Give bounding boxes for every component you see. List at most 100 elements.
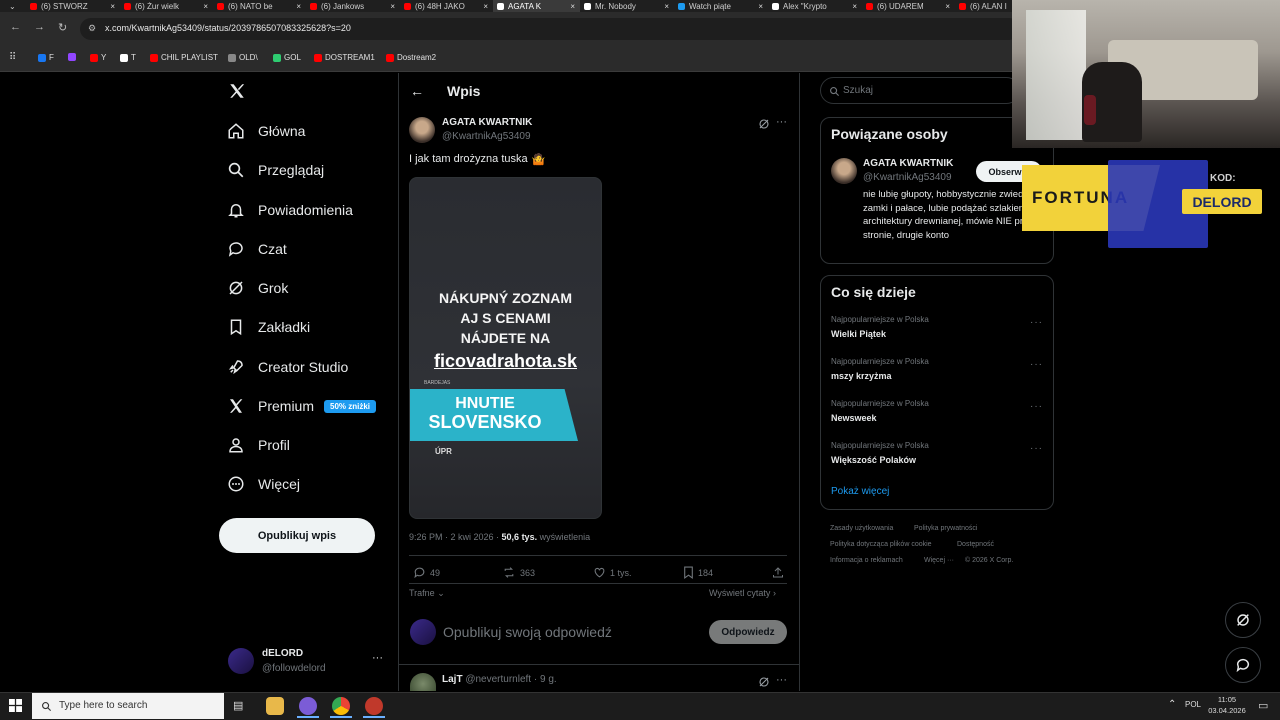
footer-link[interactable]: Polityka prywatności xyxy=(914,525,977,532)
notifications-icon[interactable]: ▭ xyxy=(1258,699,1268,712)
tab-close-icon[interactable]: × xyxy=(483,2,488,11)
footer-link[interactable]: © 2026 X Corp. xyxy=(965,557,1013,564)
nav-item[interactable]: Premium 50% zniżki xyxy=(226,393,377,419)
bookmark-item[interactable]: CHIL PLAYLIST xyxy=(150,53,218,62)
trend-menu-icon[interactable]: ··· xyxy=(1030,443,1043,454)
back-icon[interactable]: ← xyxy=(10,21,21,33)
nav-item[interactable]: Zakładki xyxy=(226,314,310,340)
reply-input[interactable]: Opublikuj swoją odpowiedź xyxy=(443,624,612,640)
bookmark-item[interactable]: OLD\ xyxy=(228,53,258,62)
clock[interactable]: 11:05 03.04.2026 xyxy=(1207,694,1247,716)
bookmark-item[interactable]: T xyxy=(120,53,136,62)
post-media-video[interactable]: NÁKUPNÝ ZOZNAM AJ S CENAMI NÁJDETE NA fi… xyxy=(409,177,602,519)
related-name[interactable]: AGATA KWARTNIK xyxy=(863,158,953,169)
file-explorer-icon[interactable] xyxy=(266,697,284,715)
bookmark-item[interactable]: DOSTREAM1 xyxy=(314,53,375,62)
nav-item[interactable]: Główna xyxy=(226,118,305,144)
apps-grid-icon[interactable]: ⠿ xyxy=(9,52,16,63)
reply-button[interactable]: Odpowiedz xyxy=(709,620,787,644)
url-text[interactable]: x.com/KwartnikAg53409/status/20397865070… xyxy=(105,23,351,33)
footer-link[interactable]: Zasady użytkowania xyxy=(830,525,893,532)
author-handle[interactable]: @KwartnikAg53409 xyxy=(442,131,531,142)
view-quotes-link[interactable]: Wyświetl cytaty › xyxy=(709,588,776,598)
bookmark-item[interactable]: Dostream2 xyxy=(386,53,436,62)
author-name[interactable]: AGATA KWARTNIK xyxy=(442,117,532,128)
reply-action[interactable]: 49 xyxy=(413,566,440,579)
repost-action[interactable]: 363 xyxy=(502,566,535,579)
trend-title[interactable]: mszy krzyżma xyxy=(831,371,892,381)
next-reply-name[interactable]: LajT xyxy=(442,674,463,685)
browser-tab[interactable]: (6) 48H JAKO × xyxy=(400,0,493,12)
next-reply-handle[interactable]: @neverturnleft xyxy=(465,674,531,685)
nav-item[interactable]: Przeglądaj xyxy=(226,157,324,183)
browser-tab[interactable]: Mr. Nobody × xyxy=(580,0,674,12)
browser-tab[interactable]: (6) STWORZ × xyxy=(26,0,120,12)
tab-close-icon[interactable]: × xyxy=(390,2,395,11)
trend-title[interactable]: Większość Polaków xyxy=(831,455,916,465)
post-timestamp[interactable]: 9:26 PM · 2 kwi 2026 · xyxy=(409,532,502,542)
tab-list-button[interactable]: ⌄ xyxy=(0,0,26,12)
bookmark-item[interactable]: Y xyxy=(90,53,106,62)
tray-chevron-icon[interactable]: ⌃ xyxy=(1168,699,1176,710)
chat-floating-button[interactable] xyxy=(1225,647,1261,683)
trend-menu-icon[interactable]: ··· xyxy=(1030,359,1043,370)
forward-icon[interactable]: → xyxy=(34,21,45,33)
grok-explain-icon[interactable] xyxy=(758,117,770,135)
site-info-icon[interactable]: ⚙ xyxy=(88,23,96,34)
grok-floating-button[interactable] xyxy=(1225,602,1261,638)
publish-post-button[interactable]: Opublikuj wpis xyxy=(219,518,375,553)
reload-icon[interactable]: ↻ xyxy=(58,21,67,34)
nav-item[interactable]: Czat xyxy=(226,236,287,262)
browser-tab[interactable]: (6) NATO be × xyxy=(213,0,306,12)
nav-item[interactable]: Profil xyxy=(226,432,290,458)
discord-icon[interactable] xyxy=(299,697,317,715)
browser-tab[interactable]: (6) Jankows × xyxy=(306,0,400,12)
tab-close-icon[interactable]: × xyxy=(664,2,669,11)
trend-menu-icon[interactable]: ··· xyxy=(1030,317,1043,328)
bookmark-action[interactable]: 184 xyxy=(683,566,713,579)
related-handle[interactable]: @KwartnikAg53409 xyxy=(863,172,952,183)
browser-tab[interactable]: Alex "Krypto × xyxy=(768,0,862,12)
footer-link[interactable]: Informacja o reklamach xyxy=(830,557,903,564)
windows-start-icon[interactable] xyxy=(9,699,22,717)
bookmark-item[interactable] xyxy=(68,53,79,61)
account-avatar[interactable] xyxy=(228,648,254,674)
author-avatar[interactable] xyxy=(409,117,435,143)
tab-close-icon[interactable]: × xyxy=(110,2,115,11)
like-action[interactable]: 1 tys. xyxy=(593,566,632,579)
trend-title[interactable]: Wielki Piątek xyxy=(831,329,886,339)
related-avatar[interactable] xyxy=(831,158,857,184)
obs-icon[interactable] xyxy=(365,697,383,715)
footer-link[interactable]: Polityka dotycząca plików cookie xyxy=(830,541,932,548)
show-more-link[interactable]: Pokaż więcej xyxy=(831,486,889,497)
trend-menu-icon[interactable]: ··· xyxy=(1030,401,1043,412)
next-reply-menu-icon[interactable]: ··· xyxy=(776,674,787,686)
share-action[interactable] xyxy=(772,566,788,579)
x-logo-icon[interactable] xyxy=(228,82,246,105)
tab-close-icon[interactable]: × xyxy=(203,2,208,11)
bookmark-item[interactable]: GOL xyxy=(273,53,301,62)
next-reply-grok-icon[interactable] xyxy=(758,675,770,693)
sort-replies-dropdown[interactable]: Trafne ⌄ xyxy=(409,588,445,599)
browser-tab[interactable]: (6) UDAREM × xyxy=(862,0,955,12)
browser-tab[interactable]: AGATA K × xyxy=(493,0,580,12)
nav-item[interactable]: Grok xyxy=(226,275,288,301)
task-view-icon[interactable]: ▤ xyxy=(233,699,243,712)
footer-link[interactable]: Dostępność xyxy=(957,541,994,548)
trend-title[interactable]: Newsweek xyxy=(831,413,877,423)
nav-item[interactable]: Powiadomienia xyxy=(226,197,353,223)
browser-tab[interactable]: Watch piąte × xyxy=(674,0,768,12)
browser-tab[interactable]: (6) Żur wielk × xyxy=(120,0,213,12)
account-menu-icon[interactable]: ··· xyxy=(372,652,383,664)
nav-item[interactable]: Creator Studio xyxy=(226,354,348,380)
tab-close-icon[interactable]: × xyxy=(852,2,857,11)
back-arrow-icon[interactable]: ← xyxy=(410,83,424,99)
tab-close-icon[interactable]: × xyxy=(570,2,575,11)
nav-item[interactable]: Więcej xyxy=(226,471,300,497)
post-menu-icon[interactable]: ··· xyxy=(776,116,787,128)
tab-close-icon[interactable]: × xyxy=(945,2,950,11)
tab-close-icon[interactable]: × xyxy=(758,2,763,11)
chrome-icon[interactable] xyxy=(332,697,350,715)
footer-link[interactable]: Więcej ··· xyxy=(924,557,954,564)
bookmark-item[interactable]: F xyxy=(38,53,54,62)
